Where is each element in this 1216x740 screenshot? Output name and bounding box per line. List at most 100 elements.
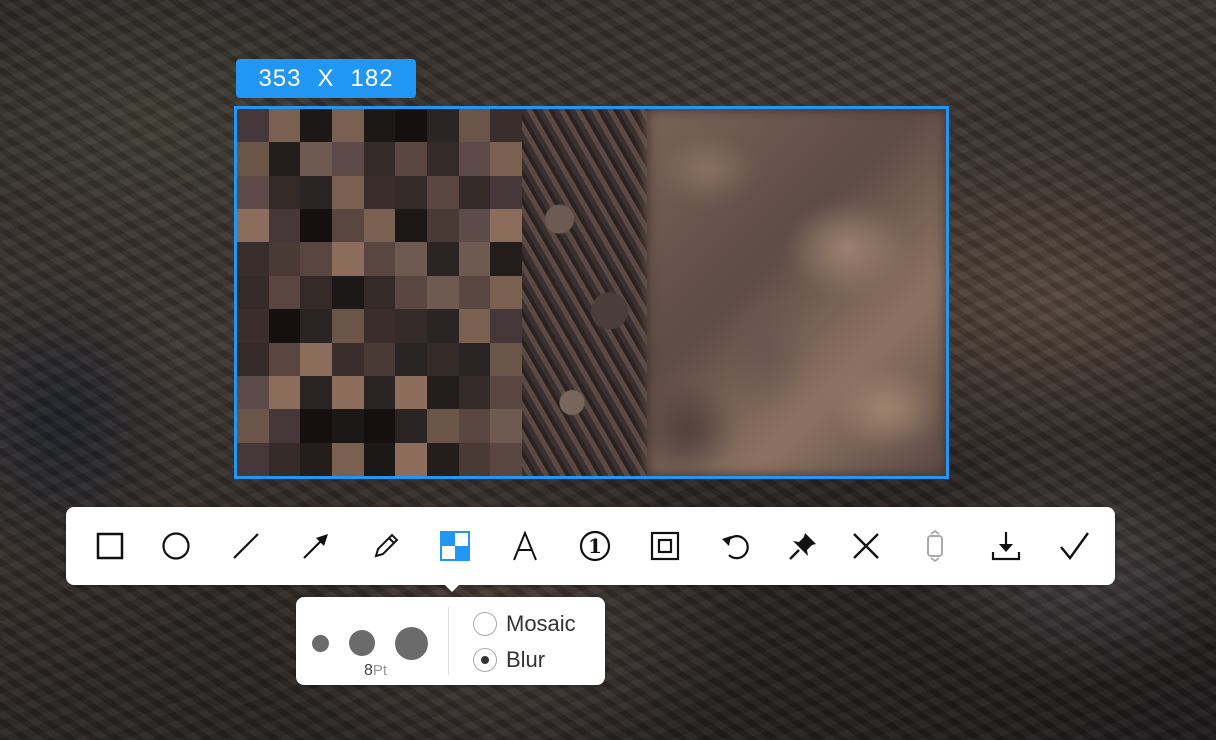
mosaic-tile	[268, 442, 301, 476]
undo-icon	[722, 535, 749, 560]
checkmark-icon	[1060, 532, 1089, 560]
circle-icon	[162, 532, 190, 560]
mosaic-tile	[490, 275, 522, 310]
capture-selection[interactable]	[234, 106, 949, 479]
mosaic-tile	[490, 442, 522, 476]
mosaic-tile	[300, 375, 332, 410]
mosaic-tile	[268, 142, 301, 176]
mosaic-tile	[300, 142, 332, 176]
rectangle-tool[interactable]	[92, 528, 128, 564]
mosaic-tile	[237, 342, 269, 376]
mosaic-tile	[490, 309, 522, 343]
cancel-button[interactable]	[848, 528, 884, 564]
close-icon	[853, 533, 879, 559]
border-tool[interactable]	[647, 528, 683, 564]
mosaic-tile	[458, 242, 491, 276]
mosaic-tile	[395, 275, 427, 310]
mosaic-tile	[268, 242, 301, 276]
mosaic-tile	[300, 209, 332, 243]
pencil-tool[interactable]	[368, 528, 404, 564]
toolbar-caret	[445, 585, 459, 592]
mosaic-tile	[426, 175, 459, 210]
mosaic-tile	[395, 242, 427, 276]
mosaic-tile	[426, 342, 459, 376]
mosaic-tile	[363, 375, 396, 410]
mosaic-tile	[426, 209, 459, 243]
mosaic-tile	[490, 175, 522, 210]
mosaic-tile	[268, 409, 301, 443]
mosaic-tile	[458, 275, 491, 310]
mosaic-tile	[331, 275, 364, 310]
mosaic-tile	[395, 209, 427, 243]
mosaic-tile	[363, 442, 396, 476]
mosaic-tile	[363, 275, 396, 310]
mosaic-tile	[490, 409, 522, 443]
long-screenshot-button[interactable]	[917, 528, 953, 564]
mosaic-icon	[440, 531, 470, 561]
blur-radio[interactable]	[473, 648, 497, 672]
mosaic-tile	[426, 309, 459, 343]
mosaic-tile	[300, 109, 332, 143]
pin-button[interactable]	[785, 528, 821, 564]
mosaic-tile	[237, 275, 269, 310]
mosaic-tile	[490, 375, 522, 410]
mosaic-radio[interactable]	[473, 612, 497, 636]
mosaic-tile	[237, 242, 269, 276]
mosaic-tile	[300, 409, 332, 443]
mosaic-tile	[458, 142, 491, 176]
mosaic-tile	[490, 342, 522, 376]
mosaic-tile	[237, 109, 269, 143]
arrow-icon	[303, 534, 328, 559]
mosaic-tile	[331, 409, 364, 443]
mosaic-tile	[268, 109, 301, 143]
number-tool[interactable]: 1	[577, 528, 613, 564]
mosaic-tile	[237, 175, 269, 210]
scroll-capture-icon	[927, 530, 943, 562]
mosaic-tile	[363, 175, 396, 210]
blur-applied-region	[647, 109, 946, 476]
mosaic-tile	[426, 442, 459, 476]
mosaic-tile	[363, 242, 396, 276]
mosaic-tile	[300, 442, 332, 476]
mosaic-tile	[458, 409, 491, 443]
brush-size-unit: Pt	[372, 662, 388, 679]
mosaic-tile	[268, 375, 301, 410]
text-tool[interactable]	[507, 528, 543, 564]
blur-mode-option[interactable]: Blur	[473, 647, 545, 673]
mosaic-tile	[237, 142, 269, 176]
mosaic-tile	[237, 309, 269, 343]
line-icon	[233, 533, 259, 559]
confirm-button[interactable]	[1056, 528, 1092, 564]
mosaic-tile	[300, 309, 332, 343]
radio-selected-dot	[481, 656, 489, 664]
brush-size-medium[interactable]	[349, 630, 375, 656]
mosaic-tile	[395, 142, 427, 176]
save-button[interactable]	[988, 528, 1024, 564]
mosaic-tile	[395, 309, 427, 343]
ellipse-tool[interactable]	[158, 528, 194, 564]
mosaic-mode-option[interactable]: Mosaic	[473, 611, 576, 637]
line-tool[interactable]	[228, 528, 264, 564]
mosaic-tile	[395, 175, 427, 210]
mosaic-mode-label: Mosaic	[506, 611, 576, 636]
mosaic-tile	[331, 309, 364, 343]
brush-size-large[interactable]	[395, 627, 428, 660]
undo-button[interactable]	[717, 528, 753, 564]
mosaic-tile	[363, 109, 396, 143]
brush-size-small[interactable]	[312, 635, 329, 652]
brush-size-label: 8Pt	[364, 662, 387, 680]
number-icon: 1	[579, 530, 611, 562]
mosaic-tool[interactable]	[437, 528, 473, 564]
arrow-tool[interactable]	[298, 528, 334, 564]
pencil-icon	[374, 533, 399, 558]
mosaic-tile	[395, 442, 427, 476]
brush-size-value: 8	[364, 662, 373, 679]
mosaic-tile	[426, 109, 459, 143]
mosaic-applied-region	[237, 109, 522, 476]
border-icon	[650, 531, 680, 561]
blur-mode-label: Blur	[506, 647, 546, 672]
mosaic-tile	[490, 242, 522, 276]
mosaic-tile	[363, 209, 396, 243]
mosaic-tile	[426, 275, 459, 310]
mosaic-tile	[458, 175, 491, 210]
